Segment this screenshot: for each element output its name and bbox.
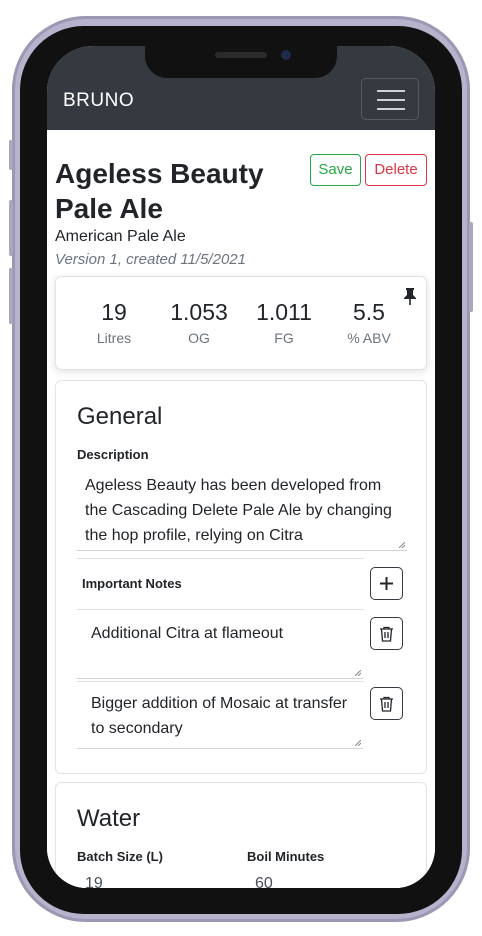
trash-icon <box>380 626 393 642</box>
batch-size-label: Batch Size (L) <box>77 849 163 864</box>
stat-fg: 1.011 FG <box>244 299 324 346</box>
water-heading: Water <box>77 805 141 832</box>
hamburger-icon-line <box>377 108 405 110</box>
stat-label: FG <box>274 330 294 346</box>
stat-litres: 19 Litres <box>74 299 154 346</box>
version-info: Version 1, created 11/5/2021 <box>55 251 246 268</box>
general-heading: General <box>77 403 163 430</box>
delete-note-button[interactable] <box>370 687 403 720</box>
screen: BRUNO Ageless Beauty Pale Ale Save Delet… <box>47 46 435 888</box>
trash-icon <box>380 696 393 712</box>
important-notes-label: Important Notes <box>82 576 182 591</box>
note-text: Additional Citra at flameout <box>91 625 284 642</box>
note-textarea[interactable]: Additional Citra at flameout <box>77 613 363 679</box>
divider <box>77 681 364 682</box>
stats-card: 19 Litres 1.053 OG 1.011 FG 5.5 % ABV <box>55 276 427 370</box>
note-textarea[interactable]: Bigger addition of Mosaic at transfer to… <box>77 683 363 749</box>
phone-volume-down <box>9 268 13 324</box>
phone-volume-up <box>9 200 13 256</box>
brand-logo[interactable]: BRUNO <box>63 90 134 112</box>
boil-minutes-input[interactable]: 60 <box>255 875 273 888</box>
phone-power-button <box>469 222 473 312</box>
phone-mute-switch <box>9 140 13 170</box>
resize-handle-icon[interactable] <box>355 670 361 676</box>
plus-icon <box>380 577 393 590</box>
add-note-button[interactable] <box>370 567 403 600</box>
recipe-style: American Pale Ale <box>55 228 186 245</box>
divider <box>77 558 364 559</box>
menu-toggle-button[interactable] <box>361 78 419 120</box>
stat-value: 5.5 <box>353 299 385 325</box>
description-text: Ageless Beauty has been developed from t… <box>85 477 392 544</box>
pin-icon[interactable] <box>403 287 417 305</box>
stat-value: 19 <box>101 299 127 325</box>
stat-label: OG <box>188 330 210 346</box>
speaker-grille <box>215 52 267 58</box>
resize-handle-icon[interactable] <box>399 542 405 548</box>
front-camera <box>281 50 291 60</box>
note-text: Bigger addition of Mosaic at transfer to… <box>91 695 348 737</box>
delete-note-button[interactable] <box>370 617 403 650</box>
resize-handle-icon[interactable] <box>355 740 361 746</box>
delete-button[interactable]: Delete <box>365 154 427 186</box>
hamburger-icon <box>377 90 405 92</box>
water-card: Water Batch Size (L) Boil Minutes 19 60 <box>55 782 427 888</box>
batch-size-input[interactable]: 19 <box>85 875 103 888</box>
stat-value: 1.011 <box>256 299 312 325</box>
boil-minutes-label: Boil Minutes <box>247 849 325 864</box>
hamburger-icon-line <box>377 99 405 101</box>
stat-og: 1.053 OG <box>159 299 239 346</box>
stat-abv: 5.5 % ABV <box>329 299 409 346</box>
stat-label: Litres <box>96 330 132 346</box>
stat-label: % ABV <box>347 330 391 346</box>
main-content: Ageless Beauty Pale Ale Save Delete Amer… <box>47 130 435 888</box>
description-label: Description <box>77 447 149 462</box>
save-button[interactable]: Save <box>310 154 361 186</box>
stat-value: 1.053 <box>170 299 228 325</box>
phone-notch <box>145 46 337 78</box>
recipe-title: Ageless Beauty Pale Ale <box>55 158 264 224</box>
description-textarea[interactable]: Ageless Beauty has been developed from t… <box>77 469 407 551</box>
divider <box>77 609 364 610</box>
general-card: General Description Ageless Beauty has b… <box>55 380 427 774</box>
